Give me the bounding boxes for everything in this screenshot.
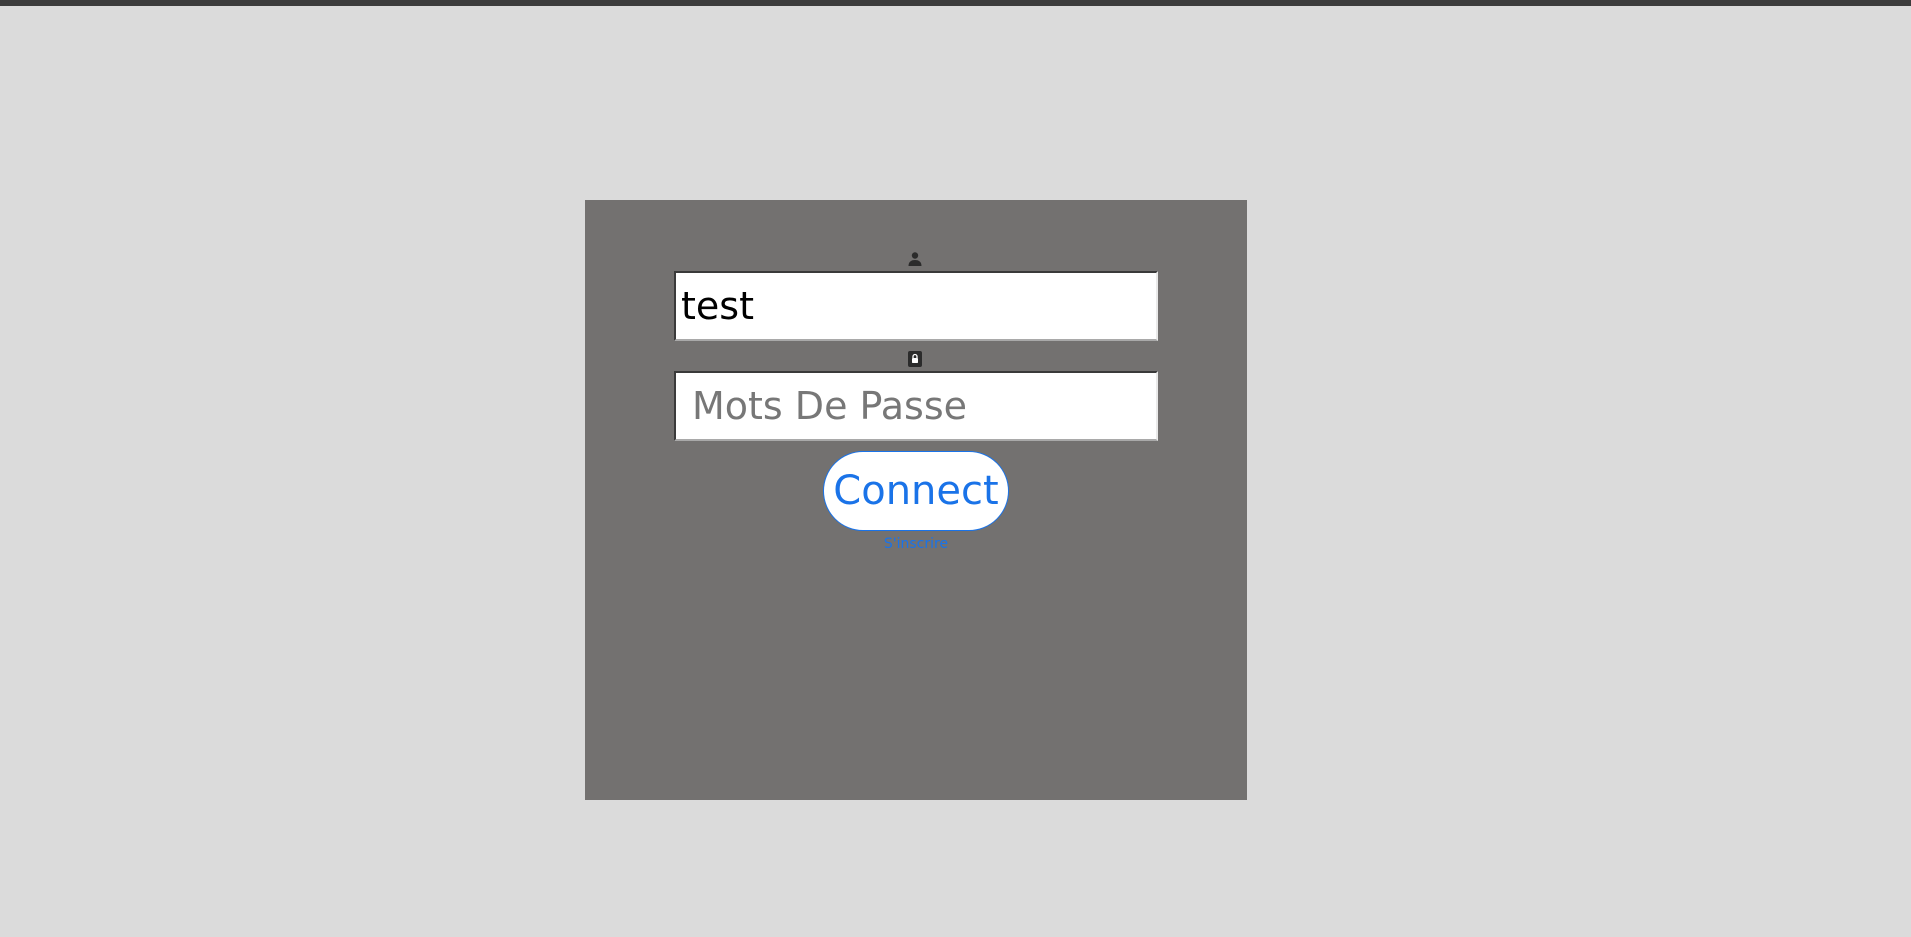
lock-icon (907, 351, 923, 367)
password-field[interactable] (674, 371, 1158, 441)
username-field[interactable] (674, 271, 1158, 341)
register-link[interactable]: S'inscrire (866, 536, 966, 552)
connect-button[interactable]: Connect (823, 451, 1009, 531)
user-icon (907, 251, 923, 267)
top-window-strip (0, 0, 1911, 6)
